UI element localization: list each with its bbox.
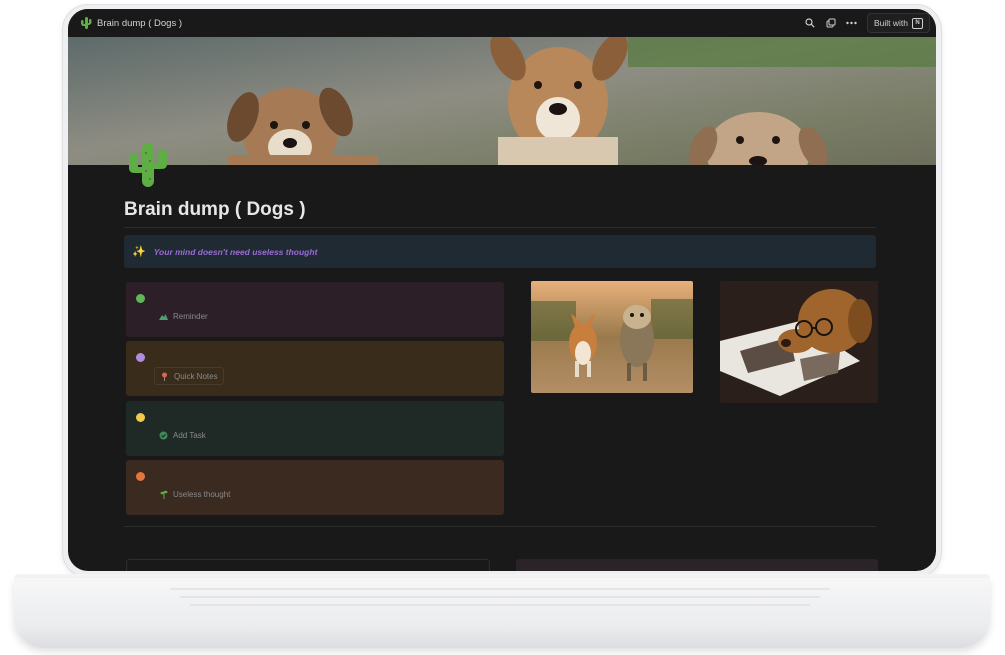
pin-icon xyxy=(160,372,169,381)
callout-text: Your mind doesn't need useless thought xyxy=(153,246,318,257)
card-label: Reminder xyxy=(173,311,208,321)
top-bar: Brain dump ( Dogs ) Built with N xyxy=(68,9,936,37)
cactus-icon xyxy=(81,17,92,29)
keyboard-pattern xyxy=(170,588,830,606)
sprout-icon xyxy=(159,490,168,499)
built-with-button[interactable]: Built with N xyxy=(866,13,930,33)
notion-logo-icon: N xyxy=(912,17,923,29)
duplicate-icon[interactable] xyxy=(825,17,837,29)
mountain-icon xyxy=(159,312,168,321)
window-title[interactable]: Brain dump ( Dogs ) xyxy=(97,18,182,29)
cover-image[interactable] xyxy=(68,37,936,165)
divider xyxy=(124,526,876,527)
card-add-task[interactable]: Add Task xyxy=(126,401,504,456)
reminder-button[interactable]: Reminder xyxy=(154,308,213,324)
quick-notes-button[interactable]: Quick Notes xyxy=(154,367,224,385)
lower-right-block xyxy=(516,559,878,571)
card-label: Add Task xyxy=(173,430,206,440)
cactus-icon[interactable] xyxy=(126,139,170,189)
more-icon[interactable] xyxy=(846,17,858,29)
status-dot xyxy=(136,413,145,422)
card-useless-thought[interactable]: Useless thought xyxy=(126,460,504,515)
card-label: Quick Notes xyxy=(174,371,218,381)
card-reminder[interactable]: Reminder xyxy=(126,282,504,337)
divider xyxy=(124,227,876,228)
check-circle-icon xyxy=(159,431,168,440)
callout[interactable]: ✨ Your mind doesn't need useless thought xyxy=(124,235,876,268)
card-label: Useless thought xyxy=(173,489,231,499)
page-title[interactable]: Brain dump ( Dogs ) xyxy=(124,199,306,221)
topbar-actions: Built with N xyxy=(804,13,930,33)
app-screen: Brain dump ( Dogs ) Built with N Brain d… xyxy=(68,9,936,571)
card-quick-notes[interactable]: Quick Notes xyxy=(126,341,504,396)
status-dot xyxy=(136,294,145,303)
lower-left-block xyxy=(126,559,490,571)
search-icon[interactable] xyxy=(804,17,816,29)
useless-thought-button[interactable]: Useless thought xyxy=(154,486,235,502)
add-task-button[interactable]: Add Task xyxy=(154,427,211,443)
dogs-running-photo[interactable] xyxy=(531,281,693,393)
dog-reading-photo[interactable] xyxy=(720,281,878,403)
sparkles-icon: ✨ xyxy=(132,246,146,258)
status-dot xyxy=(136,472,145,481)
status-dot xyxy=(136,353,145,362)
built-with-label: Built with xyxy=(873,18,908,28)
